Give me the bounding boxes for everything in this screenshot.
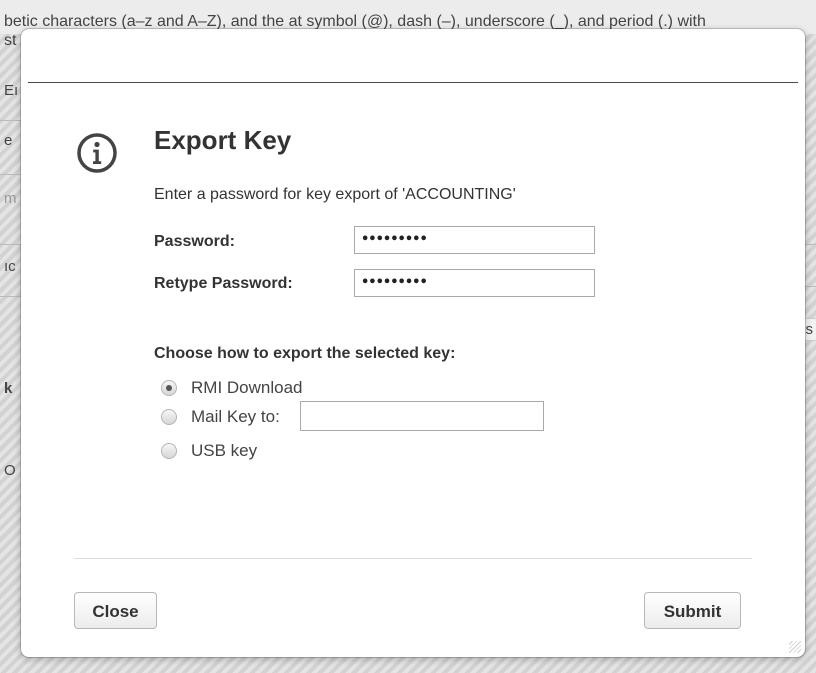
- export-option-usb-key[interactable]: USB key: [161, 440, 257, 462]
- export-option-mail-key[interactable]: Mail Key to:: [161, 406, 280, 428]
- background-fragment: Eı: [4, 82, 19, 99]
- background-divider: [0, 174, 22, 175]
- info-circle-icon: [77, 133, 117, 173]
- background-fragment: O: [4, 462, 16, 479]
- background-divider: [0, 244, 22, 245]
- background-fragment: k: [4, 380, 13, 397]
- export-method-heading: Choose how to export the selected key:: [154, 345, 456, 362]
- resize-grip-icon[interactable]: [789, 641, 801, 653]
- background-divider: [0, 120, 22, 121]
- mail-key-email-input[interactable]: [300, 401, 544, 431]
- background-fragment: ıc: [4, 258, 16, 275]
- dialog-intro-text: Enter a password for key export of 'ACCO…: [154, 186, 516, 203]
- password-label: Password:: [154, 233, 235, 250]
- usb-key-label[interactable]: USB key: [191, 441, 257, 461]
- export-option-rmi-download[interactable]: RMI Download: [161, 377, 303, 399]
- rmi-download-radio[interactable]: [161, 380, 177, 396]
- background-fragment: m: [4, 190, 17, 207]
- close-button[interactable]: Close: [74, 592, 157, 629]
- submit-button[interactable]: Submit: [644, 592, 741, 629]
- background-fragment: e: [4, 132, 13, 149]
- password-field[interactable]: •••••••••: [354, 226, 595, 254]
- mail-key-label[interactable]: Mail Key to:: [191, 407, 280, 427]
- retype-password-label: Retype Password:: [154, 275, 293, 292]
- dialog-title: Export Key: [154, 125, 292, 155]
- rmi-download-label[interactable]: RMI Download: [191, 378, 303, 398]
- retype-password-field[interactable]: •••••••••: [354, 269, 595, 297]
- dialog-footer-divider: [74, 558, 752, 559]
- dialog-header-divider: [28, 82, 798, 83]
- export-key-dialog: Export Key Enter a password for key expo…: [21, 29, 805, 657]
- mail-key-radio[interactable]: [161, 409, 177, 425]
- background-instructions-text-continued: st: [4, 32, 17, 49]
- background-divider: [0, 296, 22, 297]
- usb-key-radio[interactable]: [161, 443, 177, 459]
